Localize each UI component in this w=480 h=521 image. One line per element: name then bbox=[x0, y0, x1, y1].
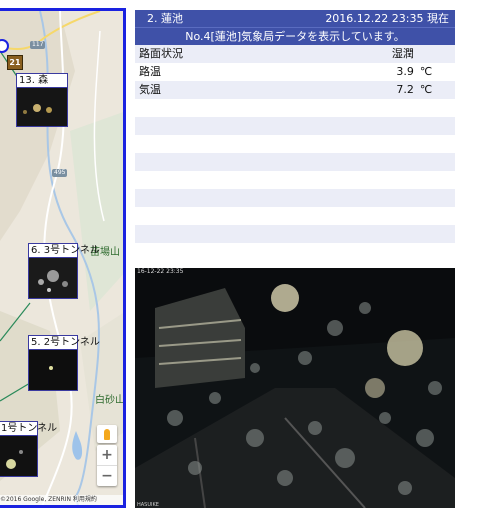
row-label bbox=[135, 117, 313, 135]
row-label bbox=[135, 207, 313, 225]
row-value: 3.9 bbox=[312, 63, 414, 81]
row-value bbox=[312, 207, 414, 225]
row-label: 気温 bbox=[135, 81, 313, 99]
row-unit bbox=[413, 117, 455, 135]
row-label bbox=[135, 171, 313, 189]
map-attribution[interactable]: ©2016 Google, ZENRIN 利用規約 bbox=[0, 495, 123, 505]
street-view-pegman-icon[interactable] bbox=[97, 425, 117, 443]
row-unit bbox=[413, 207, 455, 225]
camera-marker-13-mori[interactable]: 13. 森 bbox=[16, 73, 68, 127]
data-row: 路温 3.9 ℃ bbox=[135, 63, 455, 81]
row-value: 湿潤 bbox=[312, 45, 414, 63]
data-row bbox=[135, 171, 455, 189]
row-unit bbox=[413, 171, 455, 189]
row-label bbox=[135, 225, 313, 243]
camera-marker-6-tunnel3[interactable]: 6. 3号トンネル bbox=[28, 243, 100, 299]
row-label bbox=[135, 135, 313, 153]
camera-marker-5-tunnel2[interactable]: 5. 2号トンネル bbox=[28, 335, 100, 391]
data-row bbox=[135, 207, 455, 225]
row-unit bbox=[413, 225, 455, 243]
zoom-in-button[interactable]: + bbox=[97, 445, 117, 465]
data-row bbox=[135, 99, 455, 117]
data-row bbox=[135, 135, 455, 153]
route-map[interactable]: 117 495 21 苗場山 白砂山 13. 森 6. 3号トンネル 5. 2号… bbox=[0, 8, 126, 508]
weather-data-panel: 2. 蓮池 2016.12.22 23:35 現在 No.4[蓮池]気象局データ… bbox=[135, 10, 455, 243]
data-row bbox=[135, 117, 455, 135]
row-value bbox=[312, 153, 414, 171]
row-unit bbox=[413, 153, 455, 171]
row-value bbox=[312, 225, 414, 243]
data-row bbox=[135, 225, 455, 243]
camera-marker-label: 5. 2号トンネル bbox=[29, 336, 100, 350]
row-unit bbox=[413, 135, 455, 153]
row-value bbox=[312, 189, 414, 207]
route-shield-117: 117 bbox=[30, 41, 46, 49]
camera-marker-label: 1号トンネル bbox=[0, 422, 58, 436]
route-sign: 21 bbox=[7, 55, 23, 70]
row-label bbox=[135, 189, 313, 207]
row-unit bbox=[413, 99, 455, 117]
row-value bbox=[312, 171, 414, 189]
camera-thumbnail bbox=[29, 258, 77, 298]
row-unit bbox=[413, 45, 455, 63]
zoom-out-button[interactable]: − bbox=[97, 465, 117, 486]
station-header: 2. 蓮池 2016.12.22 23:35 現在 bbox=[135, 10, 455, 27]
row-label: 路面状況 bbox=[135, 45, 313, 63]
row-unit: ℃ bbox=[413, 81, 455, 99]
row-value bbox=[312, 117, 414, 135]
row-unit bbox=[413, 189, 455, 207]
row-value: 7.2 bbox=[312, 81, 414, 99]
data-row: 路面状況 湿潤 bbox=[135, 45, 455, 63]
camera-id-label: HASUIKE bbox=[137, 502, 159, 508]
camera-marker-label: 6. 3号トンネル bbox=[29, 244, 100, 258]
camera-marker-label: 13. 森 bbox=[17, 74, 67, 88]
camera-scene bbox=[135, 268, 455, 508]
camera-marker-1-tunnel1[interactable]: 1号トンネル bbox=[0, 421, 58, 477]
weather-data-table: 路面状況 湿潤 路温 3.9 ℃ 気温 7.2 ℃ bbox=[135, 45, 455, 243]
camera-timestamp: 16-12-22 23:35 bbox=[137, 268, 184, 275]
data-row: 気温 7.2 ℃ bbox=[135, 81, 455, 99]
row-value bbox=[312, 99, 414, 117]
live-camera-image: 16-12-22 23:35 HASUIKE bbox=[135, 268, 455, 508]
row-label bbox=[135, 99, 313, 117]
row-value bbox=[312, 135, 414, 153]
route-shield-495: 495 bbox=[52, 169, 68, 177]
camera-thumbnail bbox=[0, 436, 37, 476]
data-row bbox=[135, 153, 455, 171]
data-row bbox=[135, 189, 455, 207]
zoom-control: + − bbox=[97, 445, 117, 486]
camera-thumbnail bbox=[29, 350, 77, 390]
station-name: 2. 蓮池 bbox=[147, 12, 183, 25]
place-label-shirasuna: 白砂山 bbox=[95, 395, 125, 406]
row-label bbox=[135, 153, 313, 171]
station-notice: No.4[蓮池]気象局データを表示しています。 bbox=[135, 27, 455, 45]
row-label: 路温 bbox=[135, 63, 313, 81]
observation-timestamp: 2016.12.22 23:35 現在 bbox=[325, 12, 449, 25]
row-unit: ℃ bbox=[413, 63, 455, 81]
camera-thumbnail bbox=[17, 88, 67, 126]
